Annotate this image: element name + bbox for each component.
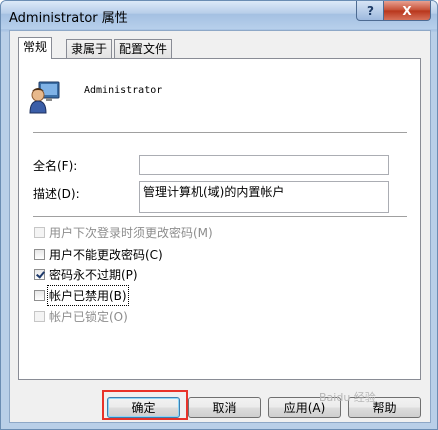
- window-title: Administrator 属性: [9, 11, 128, 26]
- checkbox[interactable]: [34, 310, 45, 322]
- option-cannot-change-password[interactable]: 用户不能更改密码(C): [34, 246, 163, 262]
- option-label: 用户下次登录时须更改密码(M): [49, 225, 213, 240]
- option-must-change-password[interactable]: 用户下次登录时须更改密码(M): [34, 224, 213, 240]
- option-account-disabled[interactable]: 帐户已禁用(B): [34, 284, 129, 306]
- checkbox[interactable]: [34, 248, 45, 260]
- close-icon[interactable]: X: [383, 1, 431, 21]
- separator: [33, 216, 407, 218]
- option-password-never-expires[interactable]: 密码永不过期(P): [34, 266, 138, 282]
- watermark: Baidu 经验: [319, 391, 376, 404]
- title-bar[interactable]: Administrator 属性 ? X: [1, 1, 437, 29]
- dialog-client-area: 常规 隶属于 配置文件 Administrator 全名(F): 描述(D): …: [9, 30, 431, 423]
- option-label: 密码永不过期(P): [49, 267, 138, 282]
- tab-general[interactable]: 常规: [18, 37, 53, 59]
- separator: [33, 132, 407, 134]
- annotation-highlight-box: [102, 390, 188, 420]
- tab-profile[interactable]: 配置文件: [114, 39, 173, 58]
- checkbox[interactable]: [34, 289, 45, 301]
- cancel-button[interactable]: 取消: [188, 397, 261, 418]
- option-label: 帐户已锁定(O): [49, 309, 128, 324]
- tab-member-of[interactable]: 隶属于: [66, 39, 113, 58]
- user-account-icon: [29, 81, 60, 114]
- general-tab-panel: Administrator 全名(F): 描述(D): 管理计算机(域)的内置帐…: [18, 58, 421, 380]
- checkbox[interactable]: [34, 268, 45, 280]
- help-icon[interactable]: ?: [356, 1, 385, 21]
- description-label: 描述(D):: [33, 187, 80, 201]
- account-name: Administrator: [84, 85, 163, 96]
- properties-dialog: Administrator 属性 ? X 常规 隶属于 配置文件 Adminis…: [0, 0, 438, 430]
- description-input[interactable]: 管理计算机(域)的内置帐户: [139, 181, 389, 213]
- fullname-input[interactable]: [139, 155, 389, 175]
- checkbox[interactable]: [34, 226, 45, 238]
- option-account-locked[interactable]: 帐户已锁定(O): [34, 308, 128, 324]
- fullname-label: 全名(F):: [33, 159, 78, 173]
- option-label: 帐户已禁用(B): [47, 284, 129, 306]
- option-label: 用户不能更改密码(C): [49, 247, 163, 262]
